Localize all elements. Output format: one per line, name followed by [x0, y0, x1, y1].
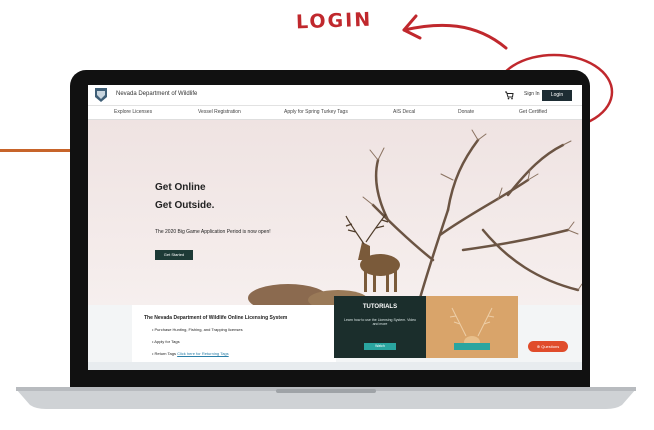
info-bullet-2: • Apply for Tags — [152, 339, 180, 344]
info-panel — [132, 305, 336, 365]
nav-item-ais-decal[interactable]: AIS Decal — [393, 109, 415, 115]
nav-item-spring-turkey[interactable]: Apply for Spring Turkey Tags — [284, 109, 348, 115]
tutorials-card[interactable]: TUTORIALS Learn how to use the Licensing… — [334, 296, 426, 358]
sign-in-link[interactable]: Sign In — [524, 91, 540, 97]
nav-item-vessel-registration[interactable]: Vessel Registration — [198, 109, 241, 115]
info-bullet-1: • Purchase Hunting, Fishing, and Trappin… — [152, 327, 243, 332]
get-started-button[interactable]: Get Started — [155, 250, 193, 260]
decorative-line — [0, 149, 77, 152]
nav-item-explore-licenses[interactable]: Explore Licenses — [114, 109, 152, 115]
nevada-logo-icon — [95, 88, 107, 102]
hero-banner: Get Online Get Outside. The 2020 Big Gam… — [88, 120, 582, 305]
login-button[interactable]: Login — [542, 90, 572, 101]
login-annotation-label: LOGIN — [295, 8, 373, 34]
cart-icon[interactable] — [504, 90, 514, 100]
hero-subtitle: The 2020 Big Game Application Period is … — [155, 229, 271, 235]
screen-footer-strip — [88, 362, 582, 370]
nav-item-get-certified[interactable]: Get Certified — [519, 109, 547, 115]
tutorials-card-title: TUTORIALS — [362, 304, 398, 310]
hero-heading-line2: Get Outside. — [155, 200, 215, 211]
browser-screen: Nevada Department of Wildlife Sign In Lo… — [88, 85, 582, 370]
tutorials-watch-button[interactable]: Watch — [364, 343, 396, 350]
agency-name: Nevada Department of Wildlife — [116, 91, 198, 97]
hero-heading-line1: Get Online — [155, 182, 206, 193]
tutorials-card-text: Learn how to use the Licensing System. V… — [344, 318, 416, 326]
promo-card[interactable] — [426, 296, 518, 358]
return-tags-link[interactable]: Click here for Returning Tags — [177, 351, 229, 356]
laptop-base — [16, 387, 636, 409]
site-header: Nevada Department of Wildlife Sign In Lo… — [88, 85, 582, 106]
nav-item-donate[interactable]: Donate — [458, 109, 474, 115]
questions-help-button[interactable]: ⊕ Questions — [528, 341, 568, 352]
main-nav: Explore Licenses Vessel Registration App… — [88, 106, 582, 120]
info-bullet-3: • Return Tags Click here for Returning T… — [152, 351, 229, 356]
info-title: The Nevada Department of Wildlife Online… — [144, 315, 288, 321]
hero-image — [88, 120, 582, 305]
promo-card-image — [449, 307, 495, 350]
